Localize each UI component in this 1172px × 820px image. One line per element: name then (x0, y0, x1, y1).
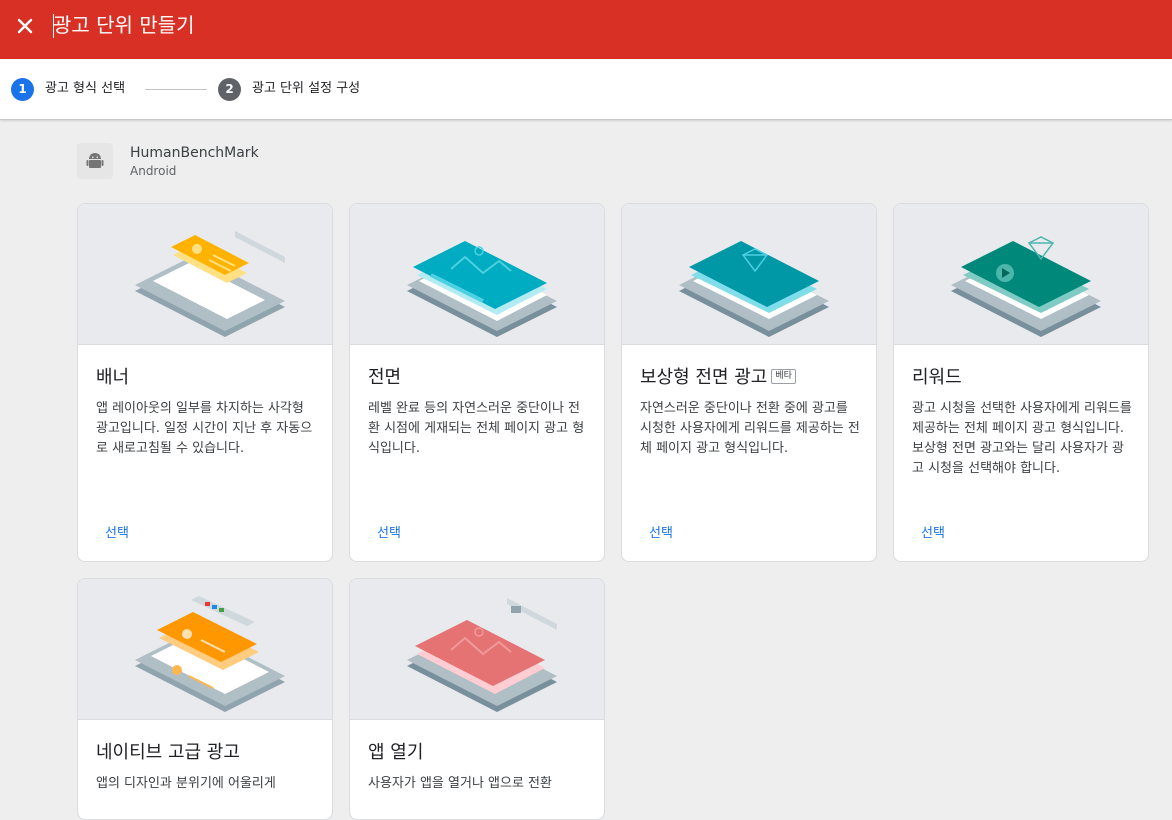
page-title: 광고 단위 만들기 (53, 13, 195, 37)
card-title: 배너 (96, 367, 130, 388)
close-icon (17, 18, 33, 34)
card-description: 광고 시청을 선택한 사용자에게 리워드를 제공하는 전체 페이지 광고 형식입… (912, 401, 1132, 476)
app-open-illustration (350, 579, 604, 720)
card-description: 자연스러운 중단이나 전환 중에 광고를 시청한 사용자에게 리워드를 제공하는… (640, 401, 860, 456)
beta-badge: 베타 (771, 368, 796, 384)
card-title: 보상형 전면 광고 베타 (640, 366, 796, 390)
select-button[interactable]: 선택 (368, 522, 410, 546)
app-name: HumanBenchMark (130, 145, 259, 161)
step-1-label: 광고 형식 선택 (45, 81, 126, 96)
card-title: 앱 열기 (368, 742, 424, 763)
card-description: 레벨 완료 등의 자연스러운 중단이나 전환 시점에 게재되는 전체 페이지 광… (368, 401, 585, 456)
app-icon-box (77, 143, 113, 179)
select-button[interactable]: 선택 (912, 522, 954, 546)
ad-format-card-banner[interactable]: 배너 앱 레이아웃의 일부를 차지하는 사각형 광고입니다. 일정 시간이 지난… (77, 203, 333, 562)
banner-illustration (78, 204, 332, 345)
top-app-bar: 광고 단위 만들기 (0, 0, 1172, 59)
stepper: 1 광고 형식 선택 2 광고 단위 설정 구성 (0, 59, 1172, 120)
step-2-label: 광고 단위 설정 구성 (252, 81, 361, 96)
card-description: 사용자가 앱을 열거나 앱으로 전환 (368, 776, 552, 791)
close-button[interactable] (10, 11, 40, 41)
step-1-number: 1 (11, 78, 34, 101)
card-title: 리워드 (912, 367, 962, 388)
rewarded-interstitial-illustration (622, 204, 876, 345)
card-title: 전면 (368, 367, 402, 388)
step-connector (145, 89, 207, 90)
app-platform: Android (130, 164, 177, 178)
card-description: 앱 레이아웃의 일부를 차지하는 사각형 광고입니다. 일정 시간이 지난 후 … (96, 401, 313, 456)
android-icon (86, 153, 104, 168)
rewarded-illustration (894, 204, 1148, 345)
card-description: 앱의 디자인과 분위기에 어울리게 (96, 776, 276, 791)
card-title: 네이티브 고급 광고 (96, 742, 240, 763)
interstitial-illustration (350, 204, 604, 345)
ad-format-card-rewarded[interactable]: 리워드 광고 시청을 선택한 사용자에게 리워드를 제공하는 전체 페이지 광고… (893, 203, 1149, 562)
ad-format-card-app-open[interactable]: 앱 열기 사용자가 앱을 열거나 앱으로 전환 (349, 578, 605, 820)
step-2-number: 2 (218, 78, 241, 101)
select-button[interactable]: 선택 (640, 522, 682, 546)
ad-format-card-rewarded-interstitial[interactable]: 보상형 전면 광고 베타 자연스러운 중단이나 전환 중에 광고를 시청한 사용자… (621, 203, 877, 562)
select-button[interactable]: 선택 (96, 522, 138, 546)
ad-format-card-interstitial[interactable]: 전면 레벨 완료 등의 자연스러운 중단이나 전환 시점에 게재되는 전체 페이… (349, 203, 605, 562)
ad-format-card-native[interactable]: 네이티브 고급 광고 앱의 디자인과 분위기에 어울리게 (77, 578, 333, 820)
native-illustration (78, 579, 332, 720)
